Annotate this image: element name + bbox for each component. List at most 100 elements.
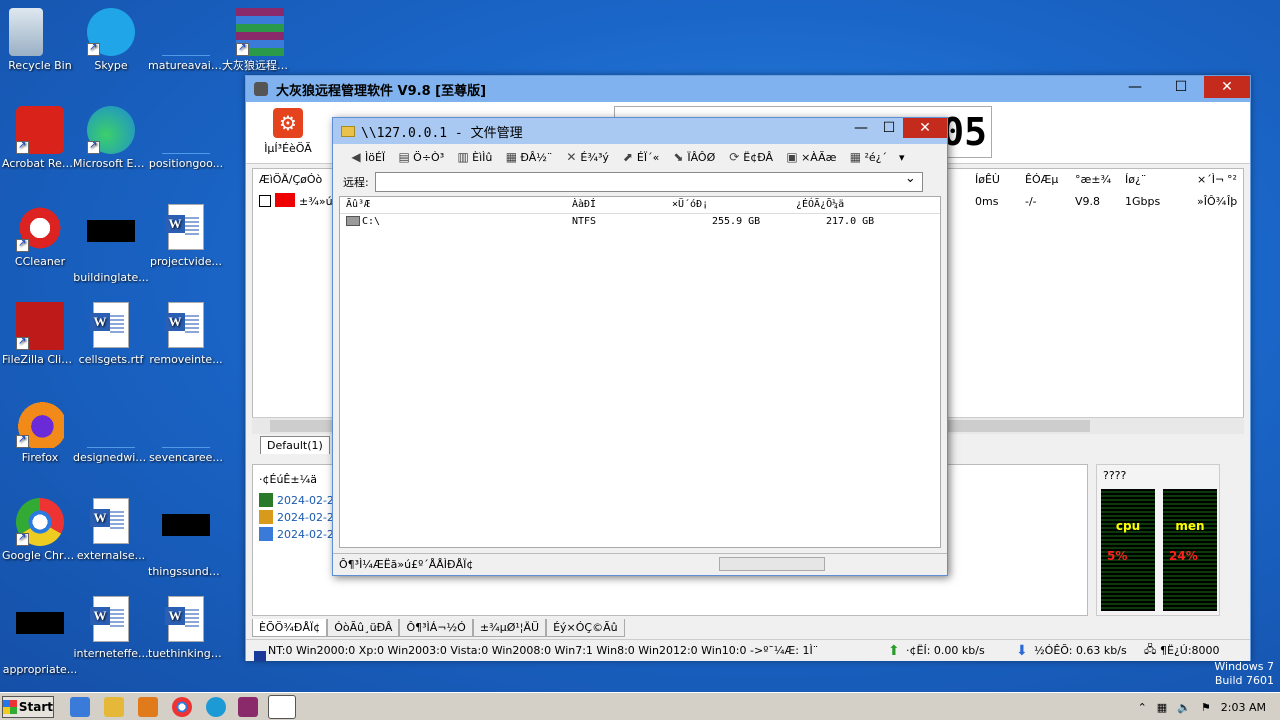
log-entry[interactable]: 2024-02-23	[259, 510, 341, 524]
upload-icon: ⬈	[622, 150, 633, 164]
desktop-icon-16[interactable]: Google Chrome	[2, 498, 78, 562]
fm-toolbar-button-7[interactable]: ⟳ Ë¢ÐÂ	[723, 148, 777, 166]
host-col-header-2[interactable]: ÊÓÆµ	[1025, 173, 1058, 186]
desktop-icon-14[interactable]: designedwir...	[73, 400, 149, 464]
desktop-icon-20[interactable]: interneteffe...	[73, 596, 149, 660]
fm-minimize-button[interactable]: —	[847, 118, 875, 138]
host-col-header-6[interactable]: °²	[1227, 173, 1237, 186]
bottom-tab-0[interactable]: ÈÕÖ¾ÐÅÏ¢	[252, 619, 328, 637]
volume-icon[interactable]: 🔈	[1177, 701, 1191, 714]
fm-toolbar-button-1[interactable]: ▤ Ö÷Ò³	[393, 148, 448, 166]
network-tray-icon[interactable]: ▦	[1157, 701, 1167, 714]
remote-admin-task-icon[interactable]	[268, 695, 296, 719]
system-settings-label: ÌµÍ³ÉèÖÃ	[264, 142, 312, 155]
upload-arrow-icon: ⬆	[888, 642, 900, 659]
desktop-icon-13[interactable]: Firefox	[2, 400, 78, 464]
edge-icon[interactable]	[206, 697, 226, 717]
minimize-button[interactable]: —	[1112, 76, 1158, 98]
file-manager-window[interactable]: \\127.0.0.1 - 文件管理 — ☐ ✕ ◀ ÌöÉÏ ▤ Ö÷Ò³ ▥ ÈìÌû…	[332, 117, 948, 576]
flag-icon[interactable]: ⚑	[1201, 701, 1211, 714]
word-doc-icon	[162, 204, 210, 252]
address-combobox[interactable]	[374, 171, 923, 192]
log-entry[interactable]: 2024-02-23	[259, 527, 341, 541]
log-entry[interactable]: 2024-02-23	[259, 493, 341, 507]
host-checkbox[interactable]	[259, 195, 271, 210]
fm-toolbar-button-6[interactable]: ⬊ ÏÂÔØ	[667, 148, 719, 166]
host-col-header-0[interactable]: ÆìÖÄ/ÇøÓò	[259, 173, 322, 186]
col-name[interactable]: Ãû³Æ	[346, 199, 370, 210]
desktop-icon-15[interactable]: sevencaree...	[148, 400, 224, 464]
fm-toolbar-button-0[interactable]: ◀ ÌöÉÏ	[345, 148, 389, 166]
fm-toolbar-button-3[interactable]: ▦ ÐÂ½¨	[500, 148, 556, 166]
col-total[interactable]: ×Ü´óÐ¡	[672, 199, 708, 210]
drive-icon	[346, 216, 360, 227]
fm-toolbar-button-8[interactable]: ▣ ×ÀÃæ	[781, 148, 840, 166]
blank-file-icon	[162, 400, 210, 448]
desktop-icon-0[interactable]: Recycle Bin	[2, 8, 78, 72]
new-icon: ▦	[505, 150, 518, 164]
explorer-icon[interactable]	[104, 697, 124, 717]
fm-title-bar[interactable]: \\127.0.0.1 - 文件管理 — ☐ ✕	[333, 118, 947, 144]
bottom-tab-3[interactable]: ±¾µØ¹¦ÄÜ	[472, 619, 547, 637]
host-cell-3: V9.8	[1075, 195, 1101, 208]
desktop-icon-10[interactable]: FileZilla Client	[2, 302, 78, 366]
main-title-bar[interactable]: 大灰狼远程管理软件 V9.8 [至尊版] — ☐ ✕	[246, 76, 1250, 102]
fm-toolbar-button-9[interactable]: ▦ ²é¿´	[844, 148, 891, 166]
fm-toolbar-button-2[interactable]: ▥ ÈìÌû	[452, 148, 496, 166]
drive-name: C:\	[362, 216, 381, 227]
col-free[interactable]: ¿ÉÓÃ¿Õ¼ä	[796, 199, 844, 210]
fm-progress-bar	[719, 557, 825, 571]
fm-toolbar-button-4[interactable]: ✕ É¾³ý	[560, 148, 613, 166]
desktop-icon-label: buildinglate...	[73, 271, 149, 284]
media-player-icon[interactable]	[138, 697, 158, 717]
chrome-icon[interactable]	[172, 697, 192, 717]
fm-toolbar-button-5[interactable]: ⬈ ÉÏ´«	[617, 148, 663, 166]
maximize-button[interactable]: ☐	[1158, 76, 1204, 98]
desktop-icon-5[interactable]: Microsoft Edge	[73, 106, 149, 170]
desktop-icon-2[interactable]: matureavail...	[148, 8, 224, 72]
clock[interactable]: 2:03 AM	[1221, 701, 1266, 714]
fm-file-list[interactable]: Ãû³Æ ÀàÐÍ ×Ü´óÐ¡ ¿ÉÓÃ¿Õ¼ä C:\ NTFS 255.9…	[339, 196, 941, 548]
tab-default[interactable]: Default(1)	[260, 436, 330, 454]
desktop-icon-1[interactable]: Skype	[73, 8, 149, 72]
desktop-icon-21[interactable]: tuethinking.rtf	[148, 596, 224, 660]
desktop-icon-17[interactable]: externalse...	[73, 498, 149, 562]
desktop-icon-6[interactable]: positiongoo...	[148, 106, 224, 170]
desktop-icon-label: projectvide...	[150, 255, 222, 268]
shortcut-arrow-icon	[16, 237, 29, 252]
fm-toolbar-overflow-icon[interactable]: ▾	[895, 149, 909, 166]
fm-maximize-button[interactable]: ☐	[875, 118, 903, 138]
tray-arrow-icon[interactable]: ⌃	[1138, 701, 1147, 714]
start-button[interactable]: Start	[2, 696, 54, 718]
desktop-icon-18[interactable]: thingssunda...	[148, 498, 224, 578]
bottom-tab-2[interactable]: Ô¶³ÌÁ¬½Ó	[399, 619, 473, 637]
desktop-icon-3[interactable]: 大灰狼远程管理软件	[222, 8, 298, 72]
host-col-header-3[interactable]: °æ±¾	[1075, 173, 1111, 186]
fm-title: \\127.0.0.1 - 文件管理	[361, 125, 523, 141]
bottom-tab-1[interactable]: ÓòÃû¸üÐÂ	[327, 619, 400, 637]
download-speed: ½ÓÊÕ: 0.63 kb/s	[1034, 644, 1127, 657]
back-icon: ◀	[351, 150, 361, 164]
desktop-icon-12[interactable]: removeinte...	[148, 302, 224, 366]
mem-percent: 24%	[1169, 549, 1198, 563]
bottom-tab-4[interactable]: Éý×ÓÇ©Ãû	[546, 619, 625, 637]
view-icon: ▦	[849, 150, 862, 164]
copy-icon: ▥	[457, 150, 469, 164]
desktop-icon-11[interactable]: cellsgets.rtf	[73, 302, 149, 366]
desktop-icon-9[interactable]: projectvide...	[148, 204, 224, 268]
winrar-icon[interactable]	[238, 697, 258, 717]
desktop-icon-8[interactable]: buildinglate...	[73, 204, 149, 284]
desktop-icon-4[interactable]: Acrobat Reader DC	[2, 106, 78, 170]
host-col-header-5[interactable]: ×´Ì¬	[1197, 173, 1224, 186]
close-button[interactable]: ✕	[1204, 76, 1250, 98]
word-doc-icon	[87, 596, 135, 644]
desktop-icon-7[interactable]: CCleaner	[2, 204, 78, 268]
host-col-header-1[interactable]: ÍøÊÙ	[975, 173, 1000, 186]
ie-icon[interactable]	[70, 697, 90, 717]
col-type[interactable]: ÀàÐÍ	[572, 199, 596, 210]
black-file-icon	[162, 514, 210, 562]
desktop-icon-19[interactable]: appropriate...	[2, 596, 78, 676]
system-settings-button[interactable]: ⚙ ÌµÍ³ÉèÖÃ	[256, 108, 320, 155]
fm-close-button[interactable]: ✕	[903, 118, 947, 138]
host-col-header-4[interactable]: Íø¿¨	[1125, 173, 1146, 186]
